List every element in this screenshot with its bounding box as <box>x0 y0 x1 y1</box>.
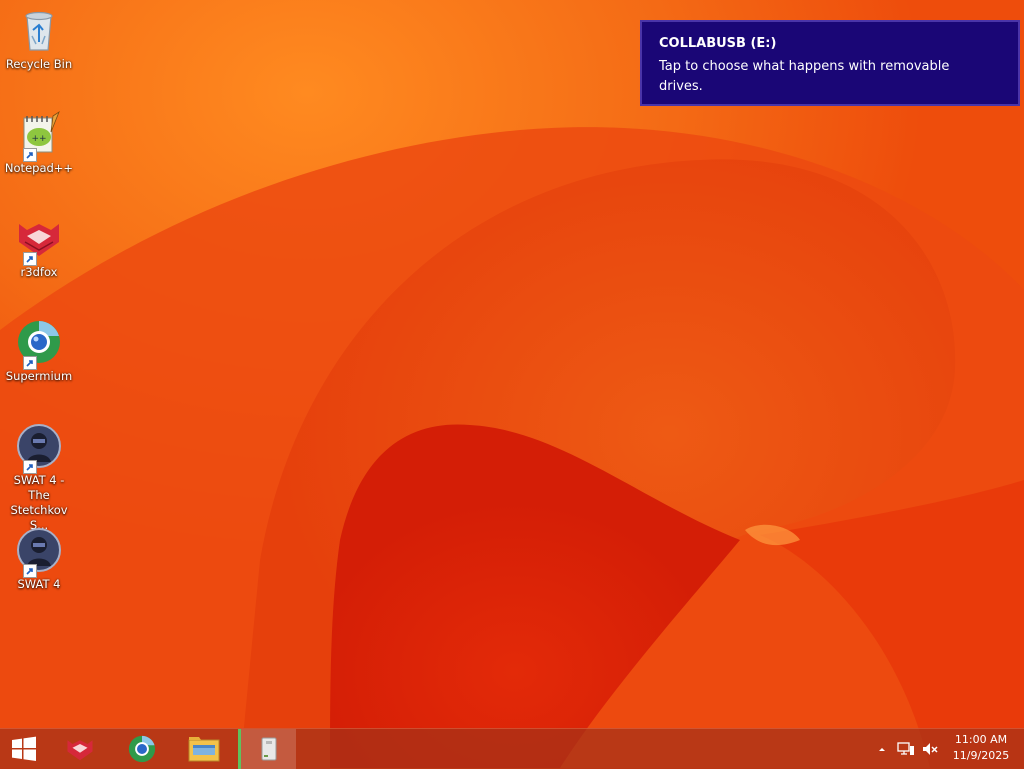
svg-text:++: ++ <box>31 134 46 144</box>
desktop-icon-label: SWAT 4 <box>17 577 61 591</box>
shortcut-arrow-icon <box>23 356 37 370</box>
shortcut-arrow-icon <box>23 148 37 162</box>
taskbar-supermium-button[interactable] <box>114 729 170 769</box>
recycle-bin-icon <box>15 6 63 54</box>
network-icon[interactable] <box>896 739 916 759</box>
taskbar-removable-drive-button[interactable] <box>238 729 296 769</box>
start-button[interactable] <box>0 729 48 769</box>
desktop-icon-label: Notepad++ <box>4 161 74 175</box>
supermium-icon <box>128 735 156 763</box>
r3dfox-icon <box>67 740 93 761</box>
desktop-icon-label: r3dfox <box>20 265 58 279</box>
wallpaper <box>0 0 1024 768</box>
desktop-icon-swat4[interactable]: SWAT 4 <box>0 520 78 592</box>
notification-title: COLLABUSB (E:) <box>659 36 777 51</box>
swat4-icon <box>15 526 63 578</box>
desktop-icon-label: Supermium <box>5 369 73 383</box>
network-icon-glyph <box>897 742 914 755</box>
clock-date: 11/9/2025 <box>952 749 1010 762</box>
notepad-plus-plus-icon: ++ <box>15 110 63 162</box>
supermium-icon <box>15 318 63 370</box>
shortcut-arrow-icon <box>23 252 37 266</box>
volume-muted-icon[interactable] <box>920 739 940 759</box>
windows-logo-icon <box>12 736 36 761</box>
desktop-icon-recycle-bin[interactable]: Recycle Bin <box>0 0 78 72</box>
taskbar-r3dfox-button[interactable] <box>52 729 108 769</box>
r3dfox-icon <box>15 214 63 266</box>
swat4-icon <box>15 422 63 474</box>
chevron-up-icon <box>879 748 885 751</box>
speaker-muted-icon <box>923 743 938 755</box>
notification-message: Tap to choose what happens with removabl… <box>659 59 950 94</box>
clock-time: 11:00 AM <box>954 733 1008 746</box>
removable-drive-icon <box>261 737 276 761</box>
desktop-icon-supermium[interactable]: Supermium <box>0 312 78 384</box>
desktop-icon-notepad-plus-plus[interactable]: ++ Notepad++ <box>0 104 78 176</box>
file-explorer-icon <box>188 737 220 762</box>
desktop-icon-swat4-stetchkov[interactable]: SWAT 4 - The Stetchkov S... <box>0 416 78 533</box>
desktop-icon-label: Recycle Bin <box>5 57 73 71</box>
taskbar-file-explorer-button[interactable] <box>176 729 232 769</box>
taskbar-clock[interactable]: 11:00 AM 11/9/2025 <box>944 732 1018 764</box>
removable-drive-notification[interactable]: COLLABUSB (E:) Tap to choose what happen… <box>640 20 1020 106</box>
shortcut-arrow-icon <box>23 564 37 578</box>
taskbar: 11:00 AM 11/9/2025 <box>0 728 1024 769</box>
desktop-icon-r3dfox[interactable]: r3dfox <box>0 208 78 280</box>
shortcut-arrow-icon <box>23 460 37 474</box>
show-hidden-icons-chevron[interactable] <box>872 739 892 759</box>
